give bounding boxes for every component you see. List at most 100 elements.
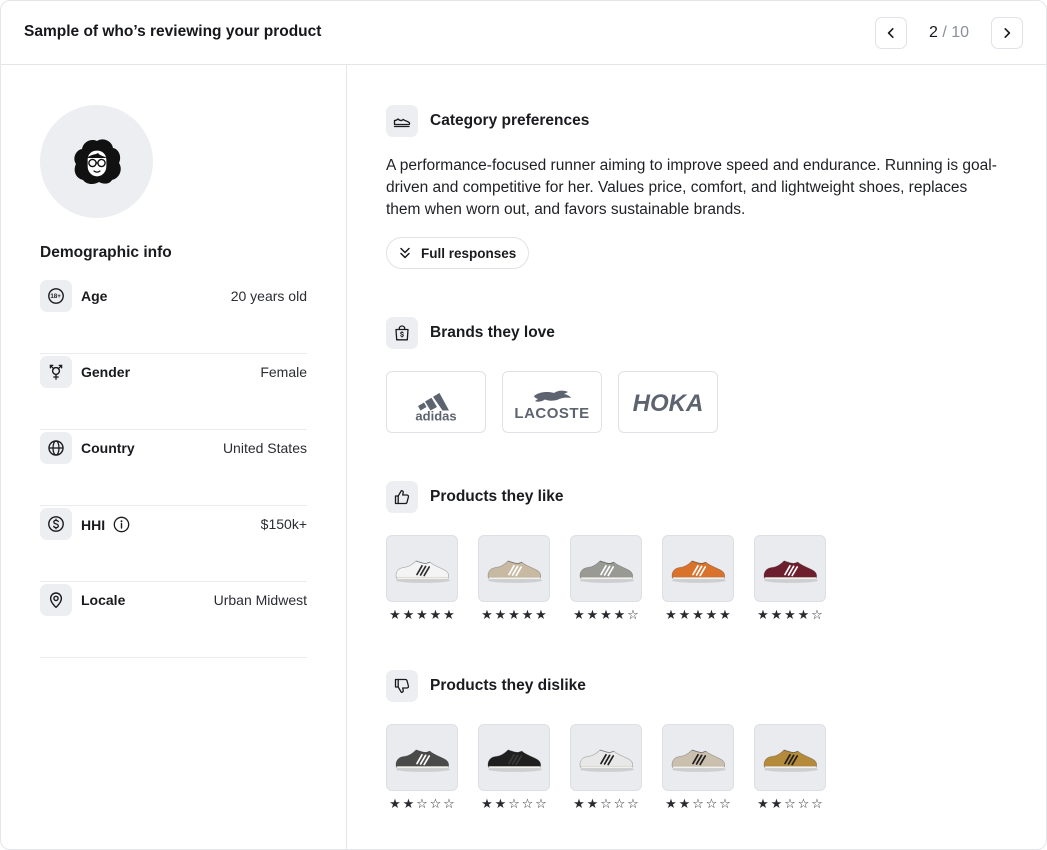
product-thumbnail[interactable]	[386, 724, 458, 791]
shopping-bag-icon	[395, 325, 409, 341]
chevron-right-icon	[1004, 27, 1011, 38]
products-like-header: Products they like	[386, 481, 564, 513]
star-empty-icon: ☆	[508, 796, 520, 811]
liked-product-2[interactable]: ★ ★ ★ ★ ★	[478, 535, 550, 622]
sneaker-image	[763, 749, 818, 772]
pager-count: 2 / 10	[907, 24, 991, 42]
demographic-row-country: Country United States	[40, 430, 307, 506]
star-rating: ★ ★ ☆ ☆ ☆	[754, 797, 826, 811]
gender-icon	[49, 364, 63, 380]
sneaker-image	[671, 749, 726, 772]
star-empty-icon: ☆	[416, 796, 428, 811]
product-thumbnail[interactable]	[386, 535, 458, 602]
star-filled-icon: ★	[416, 607, 428, 622]
star-empty-icon: ☆	[811, 607, 823, 622]
star-filled-icon: ★	[665, 796, 677, 811]
panel-header: Sample of who’s reviewing your product 2…	[1, 1, 1046, 65]
star-filled-icon: ★	[770, 796, 783, 811]
pager-separator: /	[942, 23, 947, 41]
brand-lacoste: LACOSTE	[502, 371, 602, 433]
disliked-product-5[interactable]: ★ ★ ☆ ☆ ☆	[754, 724, 826, 811]
info-icon	[113, 516, 130, 533]
country-label: Country	[81, 440, 135, 456]
star-filled-icon: ★	[678, 607, 691, 622]
star-filled-icon: ★	[402, 607, 415, 622]
star-filled-icon: ★	[784, 607, 796, 622]
product-thumbnail[interactable]	[754, 535, 826, 602]
shoe-icon	[393, 118, 411, 128]
lacoste-logo: LACOSTE	[514, 390, 589, 422]
pager-total: 10	[951, 23, 970, 41]
liked-product-5[interactable]: ★ ★ ★ ★ ☆	[754, 535, 826, 622]
preferences-column: Category preferences A performance-focus…	[347, 65, 1046, 849]
disliked-product-4[interactable]: ★ ★ ☆ ☆ ☆	[662, 724, 734, 811]
brands-title: Brands they love	[430, 324, 555, 341]
gender-value: Female	[260, 364, 307, 380]
sneaker-image	[579, 560, 634, 583]
star-empty-icon: ☆	[429, 796, 442, 811]
hhi-value: $150k+	[260, 516, 307, 532]
star-rating: ★ ★ ★ ★ ★	[386, 608, 458, 622]
star-empty-icon: ☆	[600, 796, 612, 811]
product-thumbnail[interactable]	[478, 535, 550, 602]
star-rating: ★ ★ ★ ★ ★	[662, 608, 734, 622]
product-thumbnail[interactable]	[570, 535, 642, 602]
category-preferences-header: Category preferences	[386, 105, 589, 137]
brands-header: Brands they love	[386, 317, 555, 349]
star-filled-icon: ★	[573, 796, 585, 811]
disliked-product-1[interactable]: ★ ★ ☆ ☆ ☆	[386, 724, 458, 811]
category-preferences-title: Category preferences	[430, 112, 590, 129]
next-button[interactable]	[991, 16, 1023, 49]
star-empty-icon: ☆	[521, 796, 534, 811]
product-thumbnail[interactable]	[662, 724, 734, 791]
sneaker-image	[487, 560, 542, 583]
demographic-row-age: 18+ Age 20 years old	[40, 278, 307, 354]
star-filled-icon: ★	[508, 607, 520, 622]
product-thumbnail[interactable]	[754, 724, 826, 791]
globe-icon	[48, 440, 64, 456]
gender-label: Gender	[81, 364, 131, 380]
pager: 2 / 10	[875, 16, 1023, 49]
sneaker-image	[671, 560, 726, 583]
liked-product-1[interactable]: ★ ★ ★ ★ ★	[386, 535, 458, 622]
star-filled-icon: ★	[494, 607, 507, 622]
star-empty-icon: ☆	[613, 796, 626, 811]
products-dislike-header: Products they dislike	[386, 670, 586, 702]
star-filled-icon: ★	[494, 796, 507, 811]
product-thumbnail[interactable]	[662, 535, 734, 602]
star-filled-icon: ★	[429, 607, 442, 622]
locale-label: Locale	[81, 592, 126, 608]
adidas-logo: adidas	[415, 393, 457, 422]
map-pin-icon	[49, 592, 63, 609]
demographic-row-locale: Locale Urban Midwest	[40, 582, 307, 658]
star-empty-icon: ☆	[811, 796, 823, 811]
disliked-products: ★ ★ ☆ ☆ ☆ ★ ★ ☆ ☆ ☆ ★ ★ ☆ ☆ ☆ ★ ★ ☆ ☆ ☆ ★ ★ ☆ ☆ ☆	[386, 724, 846, 811]
sneaker-image	[487, 749, 542, 772]
brand-adidas: adidas	[386, 371, 486, 433]
star-filled-icon: ★	[757, 796, 769, 811]
star-rating: ★ ★ ☆ ☆ ☆	[570, 797, 642, 811]
demographic-row-gender: Gender Female	[40, 354, 307, 430]
sneaker-image	[763, 560, 818, 583]
previous-button[interactable]	[875, 16, 907, 49]
hhi-info-button[interactable]	[113, 516, 130, 533]
star-filled-icon: ★	[443, 607, 455, 622]
star-empty-icon: ☆	[797, 796, 810, 811]
disliked-product-3[interactable]: ★ ★ ☆ ☆ ☆	[570, 724, 642, 811]
star-empty-icon: ☆	[705, 796, 718, 811]
liked-product-3[interactable]: ★ ★ ★ ★ ☆	[570, 535, 642, 622]
star-filled-icon: ★	[389, 796, 401, 811]
demographic-list: 18+ Age 20 years old Gender Female Count…	[40, 278, 307, 658]
demographic-info-title: Demographic info	[40, 244, 172, 261]
demographic-row-hhi: HHI $150k+	[40, 506, 307, 582]
product-thumbnail[interactable]	[570, 724, 642, 791]
svg-text:18+: 18+	[50, 293, 61, 300]
hhi-label: HHI	[81, 516, 106, 533]
product-thumbnail[interactable]	[478, 724, 550, 791]
disliked-product-2[interactable]: ★ ★ ☆ ☆ ☆	[478, 724, 550, 811]
dollar-icon	[48, 516, 64, 532]
locale-value: Urban Midwest	[213, 592, 307, 608]
liked-product-4[interactable]: ★ ★ ★ ★ ★	[662, 535, 734, 622]
star-filled-icon: ★	[678, 796, 691, 811]
full-responses-button[interactable]: Full responses	[386, 237, 530, 269]
